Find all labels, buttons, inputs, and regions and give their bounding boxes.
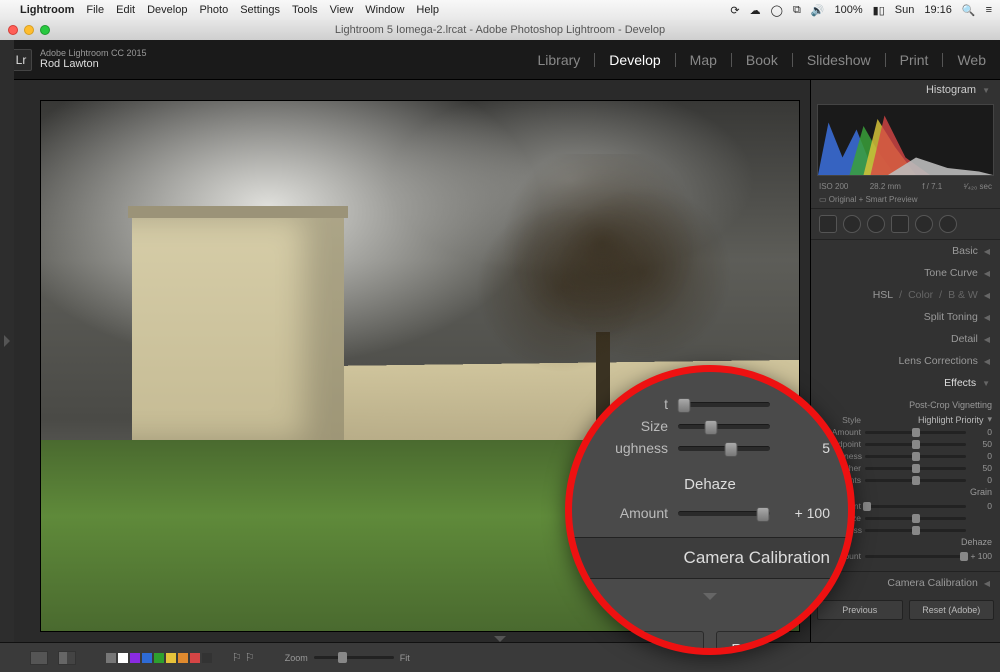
swatch-7[interactable]: [190, 653, 200, 663]
main-area: Histogram▼ ISO 20028.2 mmf / 7.1¹⁄₄₂₀ se…: [0, 80, 1000, 642]
panel-tone-curve[interactable]: Tone Curve◀: [811, 262, 1000, 284]
panel-lens-corrections[interactable]: Lens Corrections◀: [811, 350, 1000, 372]
module-book[interactable]: Book: [742, 50, 782, 70]
callout-grain-slider-0[interactable]: t: [590, 396, 830, 412]
panel-hsl[interactable]: HSL/ Color/ B & W◀: [811, 284, 1000, 306]
menu-help[interactable]: Help: [416, 4, 439, 16]
crop-tool-icon[interactable]: [819, 215, 837, 233]
histogram-header[interactable]: Histogram▼: [811, 80, 1000, 100]
bottom-toolbar: ⚐ ⚐ Zoom Fit: [0, 642, 1000, 672]
battery-text: 100%: [835, 4, 863, 16]
clock-time[interactable]: 19:16: [924, 4, 952, 16]
user-icon[interactable]: ◯: [771, 4, 783, 17]
panel-basic[interactable]: Basic◀: [811, 240, 1000, 262]
module-print[interactable]: Print: [896, 50, 933, 70]
menu-app[interactable]: Lightroom: [20, 4, 74, 16]
menu-tools[interactable]: Tools: [292, 4, 318, 16]
spotlight-icon[interactable]: 🔍: [962, 4, 976, 17]
swatch-0[interactable]: [106, 653, 116, 663]
module-slideshow[interactable]: Slideshow: [803, 50, 875, 70]
callout-camera-calibration[interactable]: Camera Calibration: [572, 537, 848, 579]
histogram-info: ISO 20028.2 mmf / 7.1¹⁄₄₂₀ sec: [811, 180, 1000, 195]
battery-icon[interactable]: ▮▯: [873, 4, 885, 17]
callout-dehaze-slider[interactable]: Amount + 100: [590, 505, 830, 521]
brush-tool-icon[interactable]: [939, 215, 957, 233]
menu-file[interactable]: File: [86, 4, 104, 16]
callout-grain-slider-2[interactable]: ughness5: [590, 440, 830, 456]
swatch-6[interactable]: [178, 653, 188, 663]
before-after-icon[interactable]: [58, 651, 76, 665]
zoom-button[interactable]: [40, 25, 50, 35]
histogram[interactable]: [817, 104, 994, 176]
callout-dehaze-title: Dehaze: [590, 476, 830, 493]
module-library[interactable]: Library: [534, 50, 585, 70]
radial-tool-icon[interactable]: [915, 215, 933, 233]
chevron-down-icon: [703, 593, 717, 600]
menu-window[interactable]: Window: [365, 4, 404, 16]
swatch-4[interactable]: [154, 653, 164, 663]
clock-day[interactable]: Sun: [895, 4, 915, 16]
swatch-3[interactable]: [142, 653, 152, 663]
redeye-tool-icon[interactable]: [867, 215, 885, 233]
swatch-5[interactable]: [166, 653, 176, 663]
minimize-button[interactable]: [24, 25, 34, 35]
menu-develop[interactable]: Develop: [147, 4, 187, 16]
brand-block: Adobe Lightroom CC 2015 Rod Lawton: [40, 49, 147, 71]
callout-grain-slider-1[interactable]: Size: [590, 418, 830, 434]
histogram-svg: [818, 105, 993, 175]
module-picker: Library Develop Map Book Slideshow Print…: [534, 50, 991, 70]
tool-strip: [811, 209, 1000, 240]
flag-controls[interactable]: ⚐ ⚐: [232, 651, 255, 664]
menu-edit[interactable]: Edit: [116, 4, 135, 16]
menu-settings[interactable]: Settings: [240, 4, 280, 16]
window-titlebar: Lightroom 5 Iomega-2.lrcat - Adobe Photo…: [0, 20, 1000, 40]
close-button[interactable]: [8, 25, 18, 35]
cloud-icon[interactable]: ☁: [750, 4, 761, 17]
swatch-8[interactable]: [202, 653, 212, 663]
color-label-swatches: [106, 653, 212, 663]
menu-icon[interactable]: ≡: [986, 4, 992, 16]
callout-magnifier: t Size ughness5 Dehaze Amount + 100 Camera…: [565, 365, 855, 655]
panel-split-toning[interactable]: Split Toning◀: [811, 306, 1000, 328]
zoom-control[interactable]: Zoom Fit: [285, 653, 410, 663]
traffic-lights: [8, 25, 50, 35]
module-web[interactable]: Web: [953, 50, 990, 70]
gradient-tool-icon[interactable]: [891, 215, 909, 233]
product-name: Adobe Lightroom CC 2015: [40, 49, 147, 59]
menu-view[interactable]: View: [330, 4, 354, 16]
photo-building: [132, 218, 344, 441]
window-title: Lightroom 5 Iomega-2.lrcat - Adobe Photo…: [335, 24, 665, 36]
reset-button[interactable]: Reset (Adobe): [909, 600, 995, 620]
wifi-icon[interactable]: ⧉: [793, 4, 801, 17]
user-name: Rod Lawton: [40, 58, 147, 70]
swatch-2[interactable]: [130, 653, 140, 663]
module-map[interactable]: Map: [686, 50, 721, 70]
sync-icon[interactable]: ⟳: [730, 4, 739, 17]
callout-collapse[interactable]: [590, 587, 830, 603]
chevron-down-icon: ▼: [982, 86, 990, 95]
panel-detail[interactable]: Detail◀: [811, 328, 1000, 350]
spot-tool-icon[interactable]: [843, 215, 861, 233]
menu-photo[interactable]: Photo: [199, 4, 228, 16]
mac-menubar: Lightroom File Edit Develop Photo Settin…: [0, 0, 1000, 20]
loupe-view-icon[interactable]: [30, 651, 48, 665]
module-develop[interactable]: Develop: [605, 50, 664, 70]
swatch-1[interactable]: [118, 653, 128, 663]
histogram-sub: ▭ Original + Smart Preview: [811, 195, 1000, 208]
app-header: Lr Adobe Lightroom CC 2015 Rod Lawton Li…: [0, 40, 1000, 80]
volume-icon[interactable]: 🔊: [811, 4, 825, 17]
